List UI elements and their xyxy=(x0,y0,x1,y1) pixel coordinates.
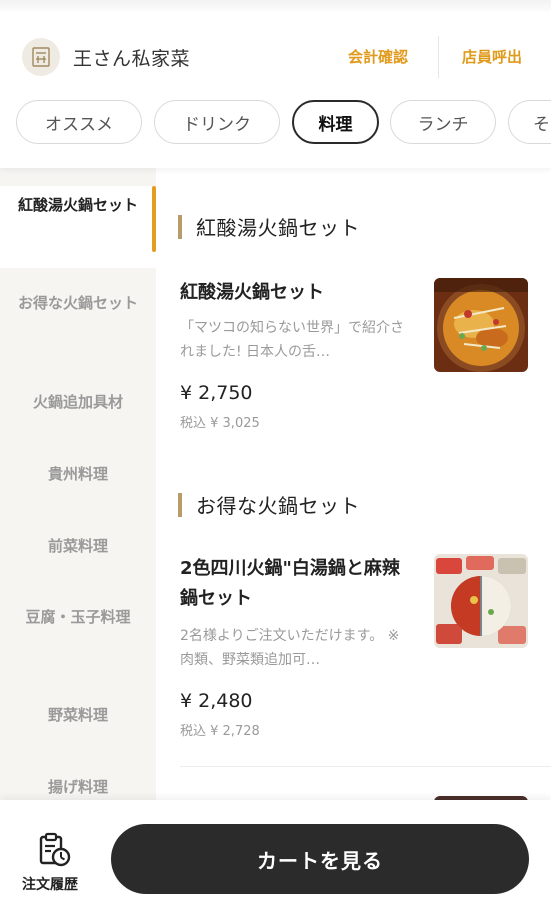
sidebar-item-fried[interactable]: 揚げ料理 xyxy=(10,774,146,800)
section-accent-bar xyxy=(178,492,182,517)
category-tabs: オススメ ドリンク 料理 ランチ そ xyxy=(0,100,551,146)
sidebar-item-appetizers[interactable]: 前菜料理 xyxy=(10,533,146,559)
section-title: 紅酸湯火鍋セット xyxy=(196,216,360,240)
sidebar-item-value-hotpot[interactable]: お得な火鍋セット xyxy=(10,290,146,316)
menu-list: 紅酸湯火鍋セット 紅酸湯火鍋セット 「マツコの知らない世界」で紹介されました! … xyxy=(156,168,551,808)
sidebar-item-tofu-egg[interactable]: 豆腐・玉子料理 xyxy=(10,604,146,630)
item-price: ¥ 2,480 xyxy=(180,690,253,712)
item-description: 「マツコの知らない世界」で紹介されました! 日本人の舌… xyxy=(180,320,404,360)
store-logo xyxy=(22,38,60,76)
item-price: ¥ 2,750 xyxy=(180,382,253,404)
sidebar-item-guizhou[interactable]: 貴州料理 xyxy=(10,461,146,487)
item-photo[interactable] xyxy=(434,554,528,648)
item-name: 紅酸湯火鍋セット xyxy=(180,282,324,303)
sidebar-item-vegetables[interactable]: 野菜料理 xyxy=(10,702,146,728)
section-header: 紅酸湯火鍋セット xyxy=(178,212,360,241)
sidebar-item-red-sour-hotpot[interactable]: 紅酸湯火鍋セット xyxy=(10,192,146,218)
tab-other[interactable]: そ xyxy=(508,100,551,144)
tab-dishes[interactable]: 料理 xyxy=(292,100,379,144)
hotpot-photo-image xyxy=(434,278,528,372)
call-staff-button[interactable]: 店員呼出 xyxy=(462,46,522,67)
checkout-button[interactable]: 会計確認 xyxy=(348,46,408,67)
section-accent-bar xyxy=(178,214,182,239)
item-photo[interactable] xyxy=(434,278,528,372)
item-name: 2色四川火鍋"白湯鍋と麻辣鍋セット xyxy=(180,558,400,609)
item-divider xyxy=(180,766,551,767)
category-sidebar: 紅酸湯火鍋セット お得な火鍋セット 火鍋追加具材 貴州料理 前菜料理 豆腐・玉子… xyxy=(0,168,156,808)
status-area xyxy=(0,0,551,14)
order-history-icon xyxy=(39,832,71,867)
bottom-bar: 注文履歴 カートを見る xyxy=(0,800,551,909)
tab-lunch[interactable]: ランチ xyxy=(390,100,496,144)
item-description: 2名様よりご注文いただけます。 ※肉類、野菜類追加可… xyxy=(180,628,400,668)
item-tax-price: 税込 ¥ 3,025 xyxy=(180,416,260,431)
hotpot-photo-image xyxy=(434,554,528,648)
item-tax-price: 税込 ¥ 2,728 xyxy=(180,724,260,739)
tab-drinks[interactable]: ドリンク xyxy=(154,100,280,144)
menu-page: 王さん私家菜 会計確認 店員呼出 オススメ ドリンク 料理 ランチ そ 紅酸湯火… xyxy=(0,0,551,909)
sidebar-item-hotpot-extras[interactable]: 火鍋追加具材 xyxy=(10,389,146,415)
header: 王さん私家菜 会計確認 店員呼出 オススメ ドリンク 料理 ランチ そ xyxy=(0,0,551,168)
section-header: お得な火鍋セット xyxy=(178,490,360,519)
store-logo-icon xyxy=(32,47,50,67)
view-cart-button[interactable]: カートを見る xyxy=(111,824,529,894)
tab-recommended[interactable]: オススメ xyxy=(16,100,142,144)
store-name: 王さん私家菜 xyxy=(73,48,191,70)
order-history-label: 注文履歴 xyxy=(22,877,78,893)
section-title: お得な火鍋セット xyxy=(196,494,360,518)
header-divider xyxy=(438,36,439,78)
